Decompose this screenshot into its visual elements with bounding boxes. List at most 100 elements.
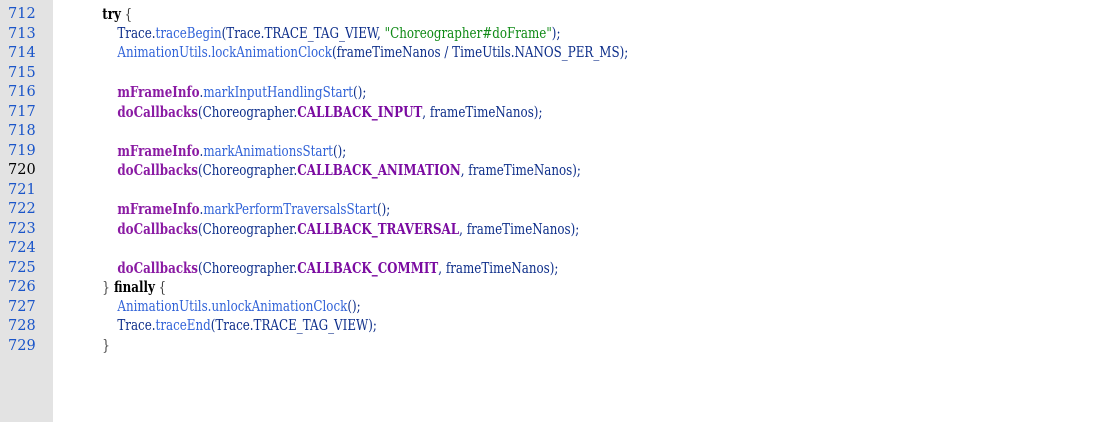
code-text: doCallbacks(Choreographer.CALLBACK_TRAVE…: [72, 220, 579, 241]
code-token: mFrameInfo: [117, 142, 200, 160]
code-token: (Trace.TRACE_TAG_VIEW);: [210, 318, 377, 334]
code-token: {: [154, 280, 167, 296]
line-number: 720: [8, 162, 36, 178]
code-token: Trace.: [117, 318, 156, 334]
code-lines: 712 try {713 Trace.traceBegin(Trace.TRAC…: [0, 5, 1118, 356]
code-text: mFrameInfo.markAnimationsStart();: [72, 142, 346, 163]
code-line: 719 mFrameInfo.markAnimationsStart();: [0, 142, 1118, 162]
code-line: 726 } finally {: [0, 278, 1118, 298]
code-token: mFrameInfo: [117, 84, 200, 101]
code-token: , frameTimeNanos);: [422, 104, 543, 121]
line-number: 729: [8, 337, 36, 354]
code-line: 712 try {: [0, 5, 1118, 25]
code-token: Trace.: [117, 25, 156, 42]
code-token: , frameTimeNanos);: [459, 221, 580, 238]
code-token: (Choreographer.: [197, 221, 298, 238]
code-token: finally: [109, 279, 155, 296]
code-token: (frameTimeNanos / TimeUtils.NANOS_PER_MS…: [332, 45, 629, 61]
line-number: 722: [8, 201, 36, 217]
code-token: traceBegin: [155, 25, 222, 42]
line-number: 727: [8, 298, 36, 315]
code-token: , frameTimeNanos);: [438, 260, 559, 277]
code-token: CALLBACK_ANIMATION: [297, 162, 461, 179]
code-text: Trace.traceEnd(Trace.TRACE_TAG_VIEW);: [72, 317, 377, 337]
code-token: (Choreographer.: [197, 104, 298, 121]
line-number: 712: [8, 6, 36, 22]
line-number: 725: [8, 259, 36, 276]
code-token: CALLBACK_TRAVERSAL: [297, 220, 460, 238]
code-line: 724: [0, 239, 1118, 259]
code-token: }: [102, 337, 110, 354]
code-token: doCallbacks: [117, 162, 198, 179]
code-token: doCallbacks: [117, 220, 198, 238]
code-token: CALLBACK_COMMIT: [297, 259, 439, 277]
line-number: 717: [8, 103, 36, 120]
line-number: 716: [8, 84, 36, 100]
code-text: mFrameInfo.markPerformTraversalsStart();: [72, 200, 390, 221]
line-number: 719: [8, 142, 36, 159]
line-number: 726: [8, 279, 36, 295]
code-line: 714 AnimationUtils.lockAnimationClock(fr…: [0, 44, 1118, 64]
code-token: try: [102, 6, 121, 23]
code-token: (Trace.TRACE_TAG_VIEW,: [221, 25, 385, 42]
code-text: doCallbacks(Choreographer.CALLBACK_ANIMA…: [72, 161, 581, 182]
code-token: ();: [347, 298, 361, 315]
code-line: 713 Trace.traceBegin(Trace.TRACE_TAG_VIE…: [0, 25, 1118, 45]
code-token: CALLBACK_INPUT: [297, 103, 423, 121]
code-token: AnimationUtils.: [117, 45, 212, 61]
line-number: 715: [8, 64, 36, 81]
code-text: AnimationUtils.unlockAnimationClock();: [72, 298, 361, 318]
code-text: try {: [72, 5, 132, 26]
line-number: 728: [8, 318, 36, 334]
code-token: {: [120, 7, 133, 23]
code-line: 717 doCallbacks(Choreographer.CALLBACK_I…: [0, 103, 1118, 123]
code-token: , frameTimeNanos);: [460, 163, 581, 179]
code-token: markAnimationsStart: [203, 143, 333, 160]
code-text: }: [72, 337, 110, 357]
code-line: 715: [0, 64, 1118, 84]
code-line: 718: [0, 122, 1118, 142]
code-token: unlockAnimationClock: [211, 298, 348, 315]
code-line: 725 doCallbacks(Choreographer.CALLBACK_C…: [0, 259, 1118, 279]
code-token: ();: [353, 85, 367, 101]
code-token: (Choreographer.: [197, 260, 298, 277]
code-token: traceEnd: [155, 318, 211, 334]
code-viewer: 712 try {713 Trace.traceBegin(Trace.TRAC…: [0, 0, 1118, 422]
code-text: AnimationUtils.lockAnimationClock(frameT…: [72, 44, 628, 64]
code-line: 729 }: [0, 337, 1118, 357]
line-number: 724: [8, 240, 36, 256]
code-text: doCallbacks(Choreographer.CALLBACK_COMMI…: [72, 259, 558, 280]
code-text: mFrameInfo.markInputHandlingStart();: [72, 83, 366, 104]
code-line: 727 AnimationUtils.unlockAnimationClock(…: [0, 298, 1118, 318]
code-token: doCallbacks: [117, 259, 198, 277]
code-text: Trace.traceBegin(Trace.TRACE_TAG_VIEW, "…: [72, 25, 560, 45]
code-line: 720 doCallbacks(Choreographer.CALLBACK_A…: [0, 161, 1118, 181]
code-line: 716 mFrameInfo.markInputHandlingStart();: [0, 83, 1118, 103]
line-number: 721: [8, 181, 36, 198]
line-number: 714: [8, 45, 36, 61]
code-text: } finally {: [72, 278, 166, 299]
code-token: (Choreographer.: [197, 163, 298, 179]
code-token: lockAnimationClock: [211, 45, 333, 61]
line-number: 713: [8, 25, 36, 42]
code-text: doCallbacks(Choreographer.CALLBACK_INPUT…: [72, 103, 542, 124]
code-token: AnimationUtils.: [117, 298, 212, 315]
code-token: ();: [332, 143, 347, 160]
code-line: 722 mFrameInfo.markPerformTraversalsStar…: [0, 200, 1118, 220]
line-number: 723: [8, 220, 36, 237]
code-token: }: [102, 280, 110, 296]
code-line: 728 Trace.traceEnd(Trace.TRACE_TAG_VIEW)…: [0, 317, 1118, 337]
code-token: );: [551, 25, 561, 42]
code-token: "Choreographer#doFrame": [384, 25, 552, 42]
